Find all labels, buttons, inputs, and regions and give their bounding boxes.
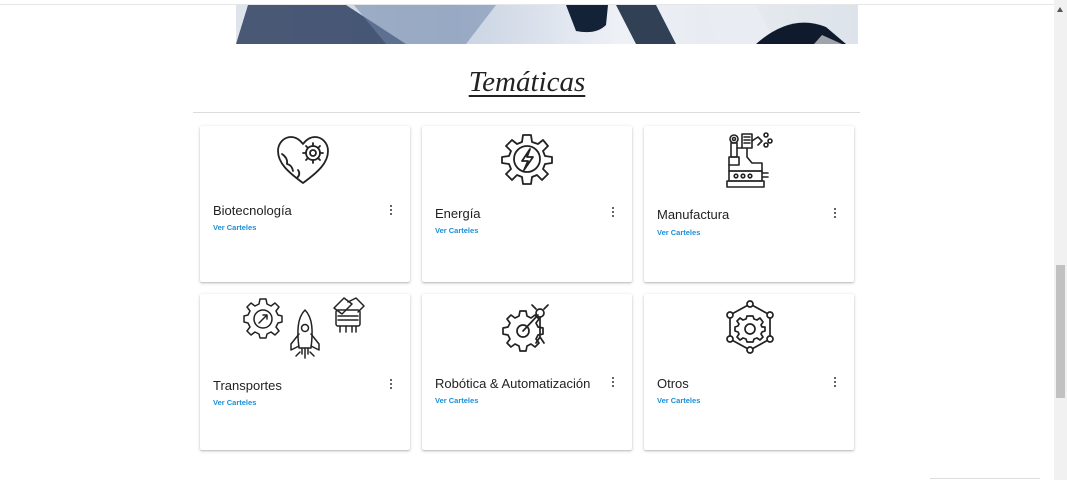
ver-carteles-link[interactable]: Ver Carteles (213, 223, 256, 232)
more-options-button[interactable] (388, 203, 394, 217)
rocket-gears-icon (243, 297, 365, 359)
heart-gear-icon (277, 136, 329, 184)
ver-carteles-link[interactable]: Ver Carteles (213, 398, 256, 407)
ver-carteles-link[interactable]: Ver Carteles (435, 226, 478, 235)
ver-carteles-link[interactable]: Ver Carteles (435, 396, 478, 405)
ver-carteles-link[interactable]: Ver Carteles (657, 396, 700, 405)
card-energia[interactable]: Energía Ver Carteles (422, 126, 632, 282)
section-divider (193, 112, 860, 113)
card-title: Otros (657, 376, 689, 391)
more-options-button[interactable] (832, 375, 838, 389)
card-biotecnologia[interactable]: Biotecnología Ver Carteles (200, 126, 410, 282)
more-options-button[interactable] (832, 206, 838, 220)
gear-network-icon (726, 300, 774, 354)
industrial-machine-icon (726, 132, 773, 188)
bottom-edge-line (930, 478, 1040, 479)
section-title: Temáticas (468, 66, 586, 98)
scrollbar-thumb[interactable] (1056, 265, 1065, 398)
card-title: Transportes (213, 378, 282, 393)
hero-image (236, 5, 858, 44)
gear-lightning-icon (501, 134, 553, 185)
card-title: Energía (435, 206, 481, 221)
robot-arm-gear-icon (502, 304, 549, 352)
more-options-button[interactable] (610, 205, 616, 219)
card-title: Manufactura (657, 207, 730, 222)
card-transportes[interactable]: Transportes Ver Carteles (200, 294, 410, 450)
hero-image-graphic (236, 5, 846, 44)
card-robotica-automatizacion[interactable]: Robótica & Automatización Ver Carteles (422, 294, 632, 450)
more-options-button[interactable] (388, 377, 394, 391)
scroll-up-arrow-icon[interactable] (1057, 7, 1063, 12)
card-manufactura[interactable]: Manufactura Ver Carteles (644, 126, 854, 282)
more-options-button[interactable] (610, 375, 616, 389)
ver-carteles-link[interactable]: Ver Carteles (657, 228, 700, 237)
card-otros[interactable]: Otros Ver Carteles (644, 294, 854, 450)
card-title: Robótica & Automatización (435, 376, 591, 391)
card-title: Biotecnología (213, 203, 292, 218)
vertical-scrollbar[interactable] (1054, 0, 1067, 480)
